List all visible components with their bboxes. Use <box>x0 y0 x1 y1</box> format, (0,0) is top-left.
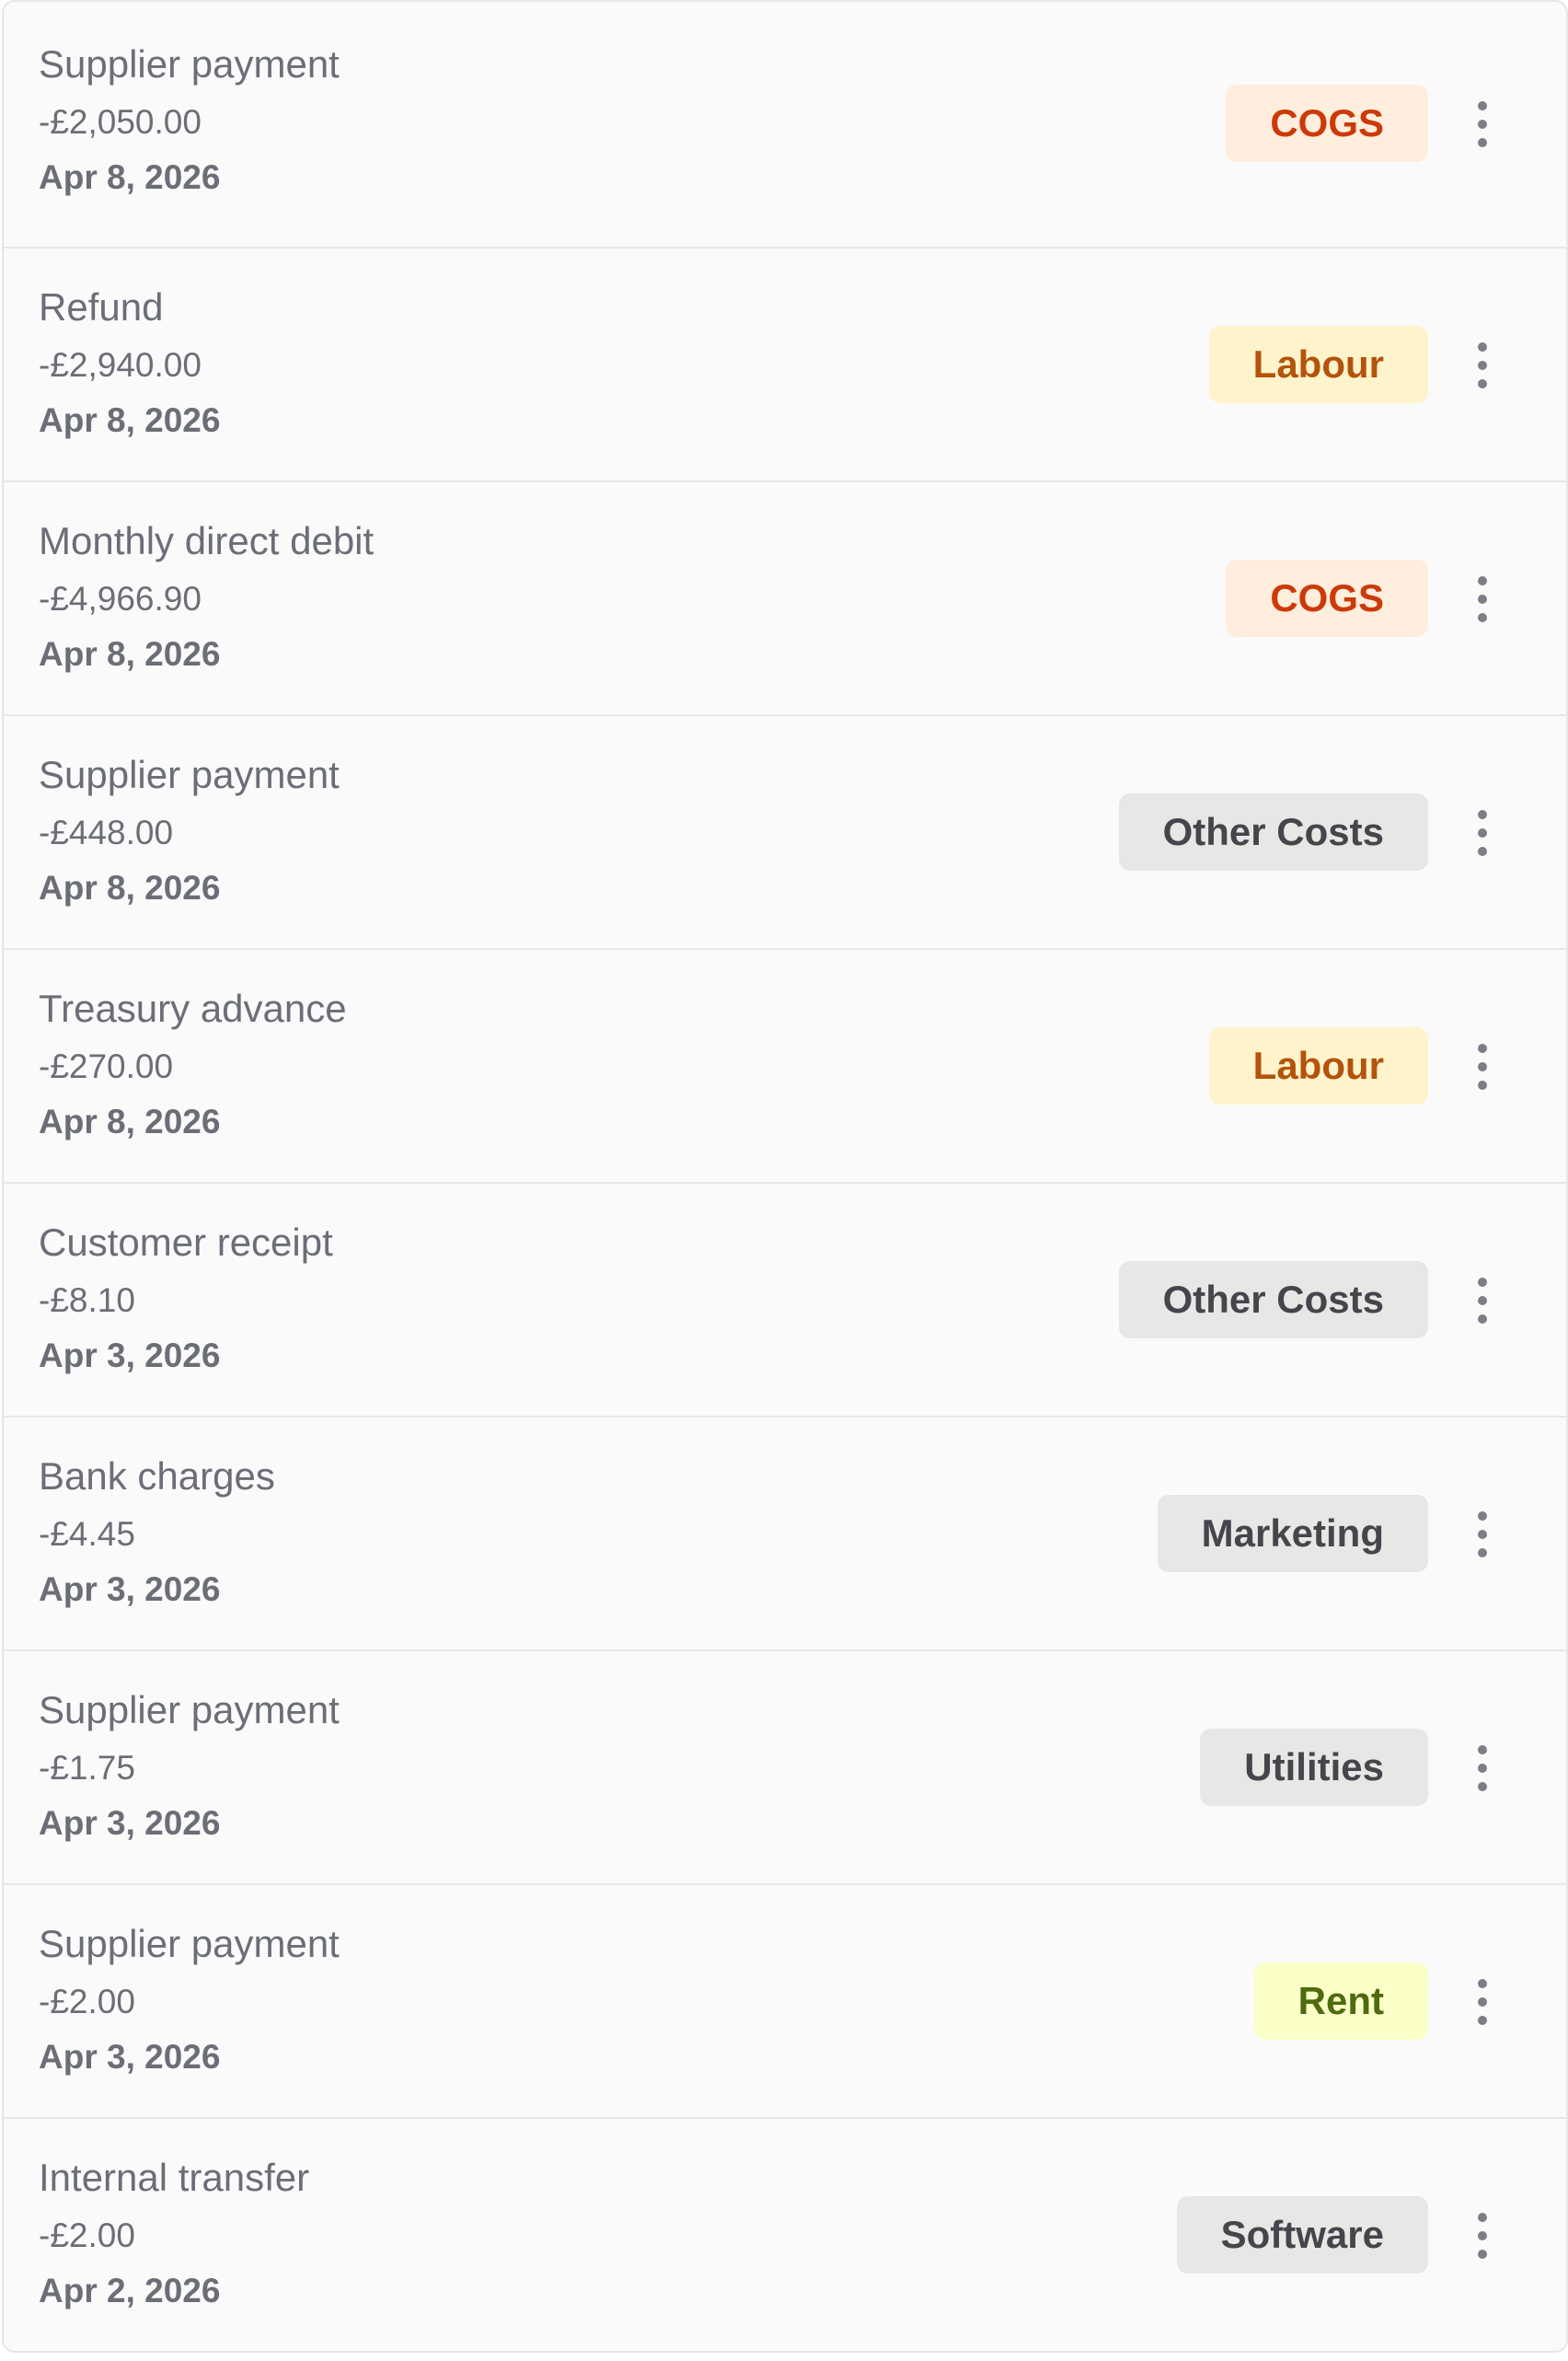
more-vertical-icon[interactable] <box>1474 1278 1493 1325</box>
transaction-row[interactable]: Customer receipt -£8.10 Apr 3, 2026 Othe… <box>4 1182 1566 1416</box>
transaction-amount: -£2,940.00 <box>39 346 202 384</box>
transaction-row[interactable]: Supplier payment -£2.00 Apr 3, 2026 Rent <box>4 1883 1566 2117</box>
category-badge[interactable]: Other Costs <box>1118 793 1428 871</box>
more-vertical-icon[interactable] <box>1474 810 1493 858</box>
transaction-date: Apr 3, 2026 <box>39 1804 221 1842</box>
category-badge[interactable]: Labour <box>1208 1027 1428 1105</box>
more-vertical-icon[interactable] <box>1474 1979 1493 2027</box>
category-badge[interactable]: Utilities <box>1200 1729 1428 1806</box>
transaction-title: Bank charges <box>39 1454 275 1498</box>
transaction-title: Treasury advance <box>39 987 347 1030</box>
category-badge[interactable]: Software <box>1176 2196 1428 2274</box>
transaction-amount: -£2.00 <box>39 2216 135 2254</box>
transaction-row[interactable]: Treasury advance -£270.00 Apr 8, 2026 La… <box>4 948 1566 1182</box>
more-vertical-icon[interactable] <box>1474 1511 1493 1559</box>
category-badge[interactable]: Other Costs <box>1118 1261 1428 1338</box>
category-badge[interactable]: Rent <box>1253 1962 1428 2040</box>
transaction-title: Monthly direct debit <box>39 519 375 562</box>
transaction-date: Apr 8, 2026 <box>39 401 221 439</box>
transaction-amount: -£8.10 <box>39 1281 135 1319</box>
transaction-date: Apr 8, 2026 <box>39 635 221 673</box>
transaction-date: Apr 8, 2026 <box>39 1103 221 1140</box>
transaction-amount: -£4.45 <box>39 1515 135 1553</box>
transaction-title: Refund <box>39 285 164 329</box>
transaction-row[interactable]: Bank charges -£4.45 Apr 3, 2026 Marketin… <box>4 1416 1566 1649</box>
transaction-date: Apr 8, 2026 <box>39 158 221 196</box>
transaction-row[interactable]: Refund -£2,940.00 Apr 8, 2026 Labour <box>4 247 1566 480</box>
more-vertical-icon[interactable] <box>1474 1745 1493 1793</box>
transaction-title: Supplier payment <box>39 1688 340 1731</box>
transaction-amount: -£448.00 <box>39 814 174 851</box>
more-vertical-icon[interactable] <box>1474 576 1493 624</box>
transaction-amount: -£2,050.00 <box>39 103 202 141</box>
transaction-amount: -£2.00 <box>39 1983 135 2020</box>
transaction-title: Internal transfer <box>39 2156 310 2199</box>
transaction-row[interactable]: Supplier payment -£448.00 Apr 8, 2026 Ot… <box>4 714 1566 948</box>
transaction-amount: -£270.00 <box>39 1047 174 1085</box>
transaction-row[interactable]: Supplier payment -£1.75 Apr 3, 2026 Util… <box>4 1649 1566 1883</box>
transaction-date: Apr 2, 2026 <box>39 2272 221 2309</box>
more-vertical-icon[interactable] <box>1474 1044 1493 1092</box>
transaction-date: Apr 3, 2026 <box>39 2038 221 2076</box>
category-badge[interactable]: Labour <box>1208 326 1428 403</box>
transaction-row[interactable]: Supplier payment -£2,050.00 Apr 8, 2026 … <box>4 2 1566 247</box>
more-vertical-icon[interactable] <box>1474 2213 1493 2261</box>
transaction-date: Apr 3, 2026 <box>39 1337 221 1374</box>
category-badge[interactable]: COGS <box>1226 85 1428 162</box>
transaction-list: Supplier payment -£2,050.00 Apr 8, 2026 … <box>2 0 1568 2353</box>
transaction-row[interactable]: Internal transfer -£2.00 Apr 2, 2026 Sof… <box>4 2117 1566 2351</box>
more-vertical-icon[interactable] <box>1474 101 1493 149</box>
transaction-title: Customer receipt <box>39 1221 333 1264</box>
transaction-date: Apr 3, 2026 <box>39 1570 221 1608</box>
transaction-row[interactable]: Monthly direct debit -£4,966.90 Apr 8, 2… <box>4 480 1566 714</box>
transaction-title: Supplier payment <box>39 753 340 796</box>
category-badge[interactable]: Marketing <box>1157 1495 1428 1572</box>
transaction-title: Supplier payment <box>39 42 340 86</box>
category-badge[interactable]: COGS <box>1226 560 1428 637</box>
transaction-amount: -£4,966.90 <box>39 580 202 618</box>
transaction-date: Apr 8, 2026 <box>39 869 221 907</box>
transaction-amount: -£1.75 <box>39 1749 135 1787</box>
more-vertical-icon[interactable] <box>1474 342 1493 390</box>
transaction-title: Supplier payment <box>39 1922 340 1965</box>
